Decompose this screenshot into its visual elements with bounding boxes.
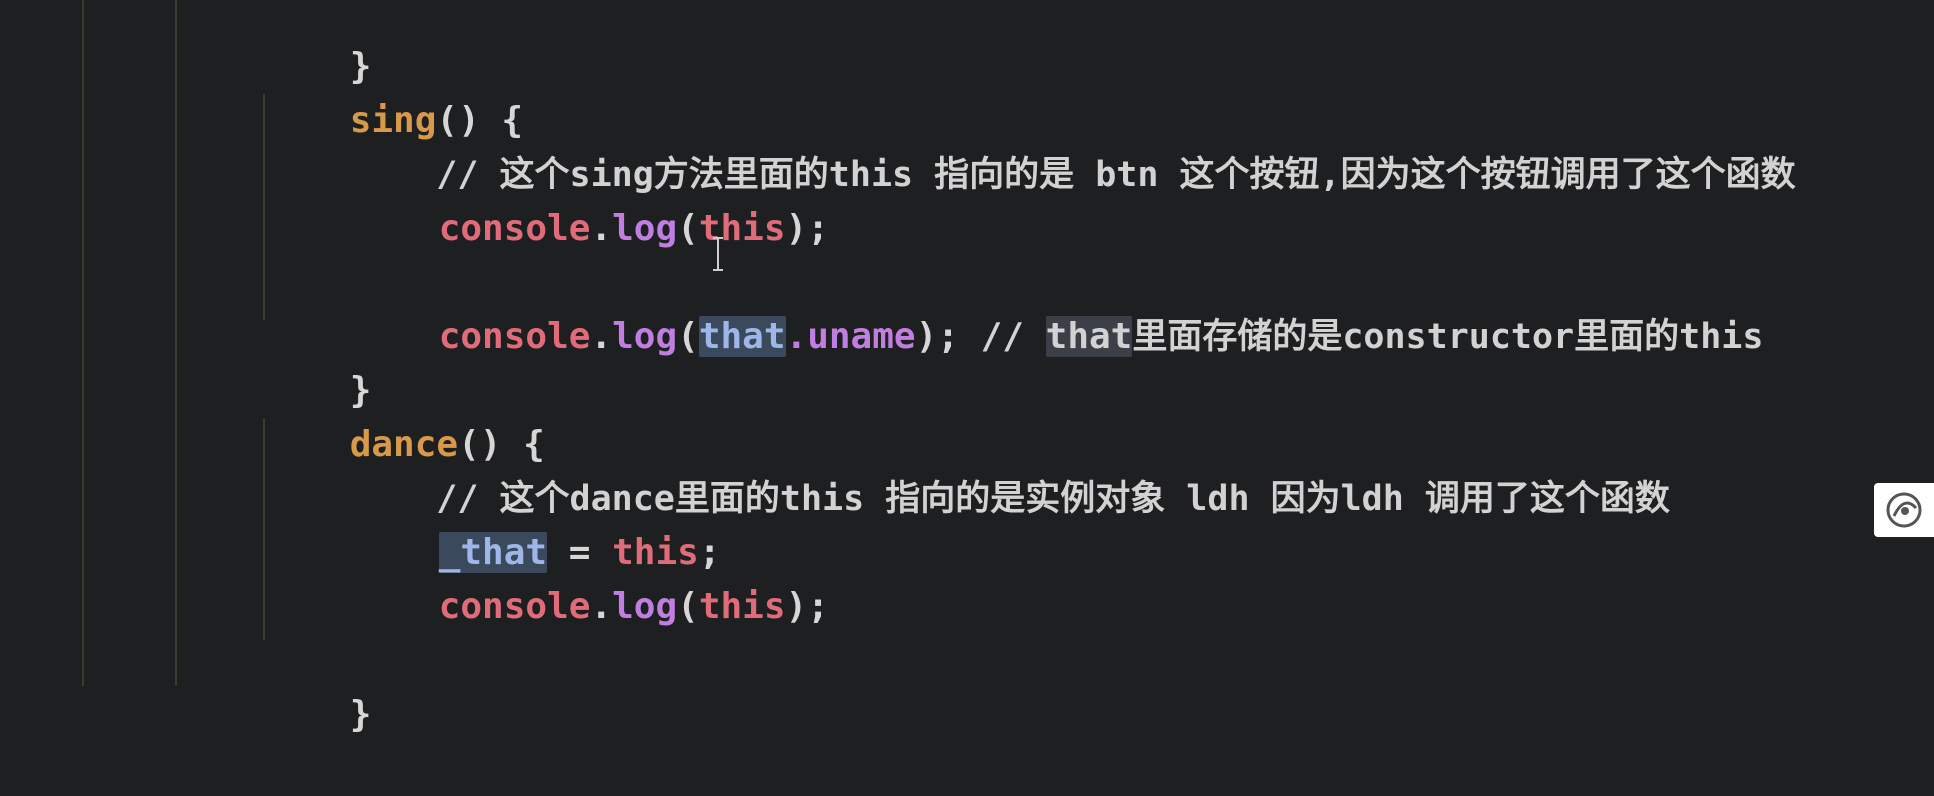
indent-guide-outer-2 [175, 0, 177, 686]
close-paren-semicolon: ); [915, 316, 981, 357]
close-paren-semicolon: ); [785, 586, 829, 627]
console-object: console [438, 316, 591, 357]
log-function: log [612, 316, 678, 357]
recording-badge[interactable] [1874, 483, 1934, 537]
uname-property: .uname [785, 316, 916, 357]
recording-badge-icon [1886, 492, 1922, 528]
closing-brace: } [349, 694, 372, 735]
dot-operator: . [590, 208, 613, 249]
code-line[interactable]: } [263, 634, 372, 735]
code-line[interactable]: } [263, 310, 372, 411]
open-paren: ( [677, 208, 699, 249]
console-object: console [438, 208, 591, 249]
console-object: console [438, 586, 591, 627]
code-line[interactable]: // 这个dance里面的this 指向的是实例对象 ldh 因为ldh 调用了… [352, 418, 1670, 519]
code-comment: 里面存储的是constructor里面的this [1132, 317, 1764, 357]
open-paren: ( [677, 316, 699, 357]
code-line[interactable]: _that = this; [352, 472, 721, 573]
that-in-comment-highlighted: that [1045, 316, 1133, 357]
indent-guide-outer-1 [82, 0, 84, 686]
that-identifier-highlighted[interactable]: that [698, 316, 786, 357]
close-paren-semicolon: ); [785, 208, 829, 249]
dot-operator: . [590, 586, 613, 627]
dot-operator: . [590, 316, 613, 357]
code-line[interactable]: console.log(this); [352, 526, 829, 627]
log-function: log [612, 208, 678, 249]
i-beam-cursor-icon [713, 237, 723, 271]
this-keyword: this [698, 586, 786, 627]
comment-slashes: // [980, 316, 1046, 357]
code-line[interactable]: console.log(that.uname); // that里面存储的是co… [352, 256, 1763, 357]
code-line[interactable]: // 这个sing方法里面的this 指向的是 btn 这个按钮,因为这个按钮调… [352, 94, 1795, 195]
code-line[interactable]: } [263, 0, 372, 87]
open-paren: ( [677, 586, 699, 627]
code-line[interactable]: dance() { [263, 364, 545, 465]
code-line[interactable]: sing() { [263, 40, 523, 141]
code-line[interactable]: console.log(this); [352, 148, 829, 249]
code-editor[interactable]: } sing() { // 这个sing方法里面的this 指向的是 btn 这… [0, 0, 1934, 735]
log-function: log [612, 586, 678, 627]
